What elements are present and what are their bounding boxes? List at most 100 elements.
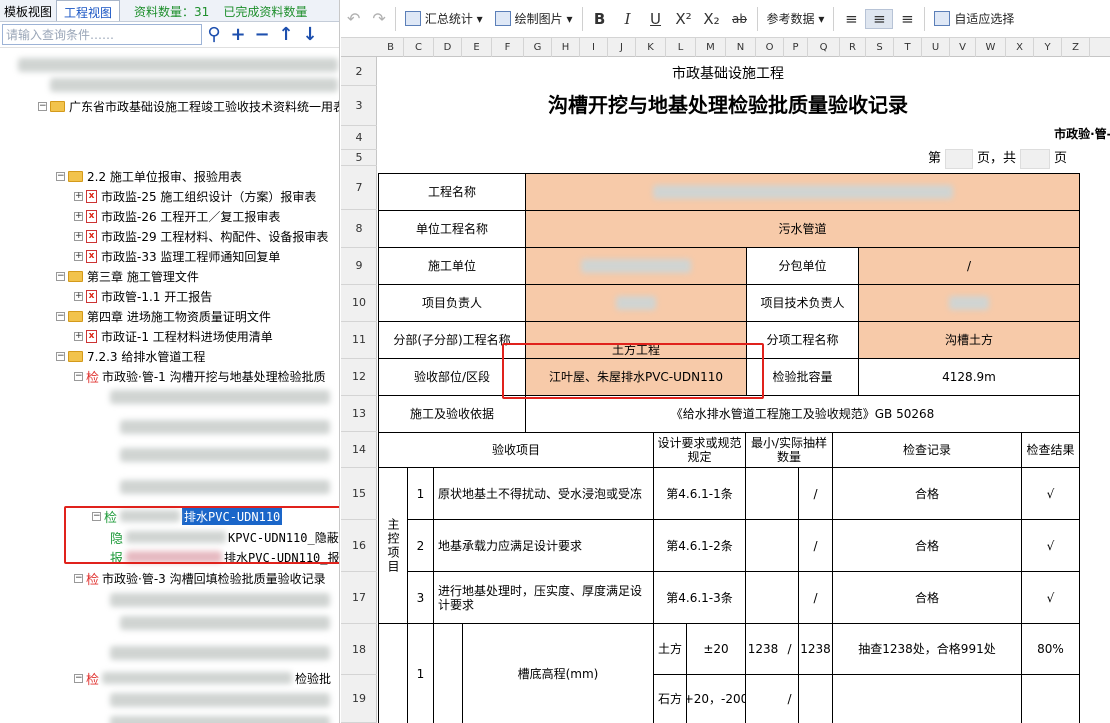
italic-button[interactable]: I [614,10,642,28]
row-header-cell[interactable]: 9 [341,247,377,285]
column-header-cell[interactable]: T [894,38,922,57]
column-header-cell[interactable]: N [726,38,756,57]
column-header-cell[interactable]: O [756,38,784,57]
row-header-cell[interactable]: 10 [341,284,377,322]
summary-button[interactable]: 汇总统计 ▾ [399,10,489,27]
column-header-cell[interactable]: S [866,38,894,57]
value-basis[interactable]: 《给水排水管道工程施工及验收规范》GB 50268 [525,395,1080,433]
main-item-sample-min[interactable] [745,571,799,624]
column-header-cell[interactable]: I [580,38,608,57]
reference-data-button[interactable]: 参考数据 ▾ [761,10,831,27]
main-item-record[interactable]: 合格 [832,571,1022,624]
tree-node[interactable]: + x 市政监-25 施工组织设计（方案）报审表 [74,186,316,206]
search-input[interactable] [2,24,202,45]
main-item-result[interactable]: √ [1021,571,1080,624]
general-r2-actual[interactable] [798,674,833,723]
row-header-cell[interactable]: 7 [341,166,377,210]
add-icon[interactable]: + [226,24,250,46]
tree-node[interactable]: + x 市政监-29 工程材料、构配件、设备报审表 [74,226,328,246]
tree-node[interactable]: − 检 检验批 [74,668,331,688]
general-r2-record[interactable] [832,674,1022,723]
tree-node[interactable]: − 2.2 施工单位报审、报验用表 [56,166,242,186]
expand-icon[interactable]: + [74,291,83,301]
value-sub-item[interactable]: 沟槽土方 [858,321,1080,359]
row-header-cell[interactable]: 11 [341,321,377,359]
expand-icon[interactable]: + [74,231,83,241]
collapse-icon[interactable]: − [56,271,65,281]
value-tech-lead[interactable] [858,284,1080,322]
column-header-cell[interactable]: H [552,38,580,57]
row-header-cell[interactable]: 13 [341,395,377,432]
draw-image-button[interactable]: 绘制图片 ▾ [489,10,579,27]
general-r2-min[interactable] [745,674,781,723]
column-header-cell[interactable]: U [922,38,950,57]
general-r1-min[interactable]: 1238 [745,623,781,675]
main-item-sample[interactable]: / [798,571,833,624]
row-header-cell[interactable]: 16 [341,520,377,572]
row-header-cell[interactable]: 8 [341,210,377,248]
column-header-cell[interactable]: K [636,38,666,57]
redo-icon[interactable]: ↷ [366,9,391,28]
column-header-cell[interactable]: V [950,38,976,57]
expand-icon[interactable]: + [74,251,83,261]
align-center-icon[interactable]: ≡ [865,8,894,29]
row-header-cell[interactable]: 4 [341,126,377,150]
general-r1-actual[interactable]: 1238 [798,623,833,675]
align-right-icon[interactable]: ≡ [893,10,921,28]
main-item-sample-min[interactable] [745,467,799,520]
search-icon[interactable]: ⚲ [202,24,226,46]
main-item-result[interactable]: √ [1021,467,1080,520]
column-header-cell[interactable]: R [840,38,866,57]
row-header-cell[interactable]: 5 [341,150,377,166]
tree-node[interactable]: + x 市政监-26 工程开工／复工报审表 [74,206,280,226]
page-number-field[interactable] [945,148,974,169]
tree-node[interactable]: − 第三章 施工管理文件 [56,266,199,286]
column-header-cell[interactable]: Z [1062,38,1090,57]
underline-button[interactable]: U [642,10,670,28]
column-header-cell[interactable]: C [404,38,434,57]
column-header-cell[interactable]: P [784,38,808,57]
subscript-button[interactable]: X₂ [698,10,726,28]
remove-icon[interactable]: − [250,24,274,46]
tree-node[interactable]: + x 市政监-33 监理工程师通知回复单 [74,246,280,266]
column-header-cell[interactable]: L [666,38,696,57]
value-capacity[interactable]: 4128.9m [858,358,1080,396]
column-header-cell[interactable]: D [434,38,462,57]
main-item-sample[interactable]: / [798,519,833,572]
tree-node[interactable]: − 7.2.3 给排水管道工程 [56,346,205,366]
row-header-cell[interactable]: 19 [341,675,377,723]
collapse-icon[interactable]: − [74,573,83,583]
column-header-cell[interactable]: W [976,38,1006,57]
row-header-cell[interactable]: 3 [341,86,377,126]
row-header-cell[interactable]: 15 [341,468,377,520]
column-header-cell[interactable]: B [378,38,404,57]
collapse-icon[interactable]: − [38,101,47,111]
row-header-cell[interactable]: 14 [341,432,377,468]
tree-node[interactable]: − 检市政验·管-1 沟槽开挖与地基处理检验批质 [74,366,326,386]
row-header-cell[interactable]: 17 [341,572,377,624]
column-header-cell[interactable]: Q [808,38,840,57]
tree-node[interactable]: − 第四章 进场施工物资质量证明文件 [56,306,271,326]
row-header-cell[interactable]: 12 [341,358,377,396]
value-unit-project[interactable]: 污水管道 [525,210,1080,248]
move-up-icon[interactable]: ↑ [274,24,298,46]
column-header-cell[interactable]: X [1006,38,1034,57]
align-left-icon[interactable]: ≡ [837,10,865,28]
value-contractor[interactable] [525,247,747,285]
collapse-icon[interactable]: − [74,673,83,683]
column-header-cell[interactable]: M [696,38,726,57]
main-item-record[interactable]: 合格 [832,519,1022,572]
general-r2-result[interactable] [1021,674,1080,723]
tree-node[interactable]: + x 市政管-1.1 开工报告 [74,286,212,306]
collapse-icon[interactable]: − [74,371,83,381]
main-item-sample-min[interactable] [745,519,799,572]
column-header-cell[interactable]: Y [1034,38,1062,57]
row-header-cell[interactable]: 18 [341,624,377,675]
column-header-cell[interactable]: F [492,38,524,57]
tab-template-view[interactable]: 模板视图 [0,0,56,21]
tree-node[interactable]: + x 市政证-1 工程材料进场使用清单 [74,326,273,346]
main-item-result[interactable]: √ [1021,519,1080,572]
column-header-cell[interactable]: G [524,38,552,57]
column-header-cell[interactable]: E [462,38,492,57]
tree-node[interactable]: − 广东省市政基础设施工程竣工验收技术资料统一用表 [38,96,339,116]
